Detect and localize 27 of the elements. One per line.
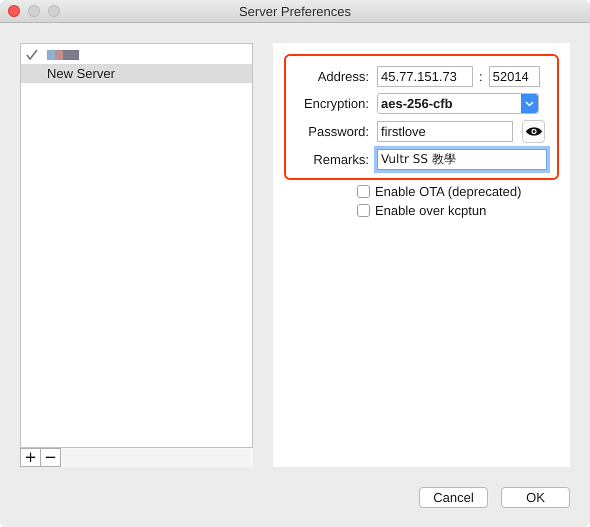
encryption-dropdown[interactable]: aes-256-cfb <box>377 93 539 114</box>
redacted-name <box>47 50 79 60</box>
port-field[interactable]: 52014 <box>488 66 540 87</box>
option-label: Enable OTA (deprecated) <box>375 184 522 199</box>
zoom-button[interactable] <box>48 5 60 17</box>
encryption-label: Encryption: <box>302 96 369 111</box>
server-item[interactable]: New Server <box>21 64 252 83</box>
close-button[interactable] <box>8 5 20 17</box>
dialog-button[interactable]: OK <box>501 487 570 508</box>
list-button[interactable]: − <box>40 448 61 467</box>
eye-icon <box>524 126 542 137</box>
chevron-icon <box>525 100 534 106</box>
port-separator: : <box>479 69 483 84</box>
show-password-button[interactable] <box>522 120 545 143</box>
remarks-field[interactable]: Vultr SS 教學 <box>377 149 547 170</box>
password-label: Password: <box>307 124 369 139</box>
list-button[interactable]: + <box>20 448 41 467</box>
option-label: Enable over kcptun <box>375 203 486 218</box>
checkbox[interactable] <box>357 204 370 217</box>
remarks-label: Remarks: <box>312 152 369 167</box>
minimize-button[interactable] <box>28 5 40 17</box>
checkbox[interactable] <box>357 185 370 198</box>
window-title: Server Preferences <box>239 4 351 18</box>
address-label: Address: <box>316 69 369 84</box>
dialog-button[interactable]: Cancel <box>419 487 488 508</box>
password-field[interactable]: firstlove <box>377 121 513 142</box>
address-field[interactable]: 45.77.151.73 <box>377 66 473 87</box>
